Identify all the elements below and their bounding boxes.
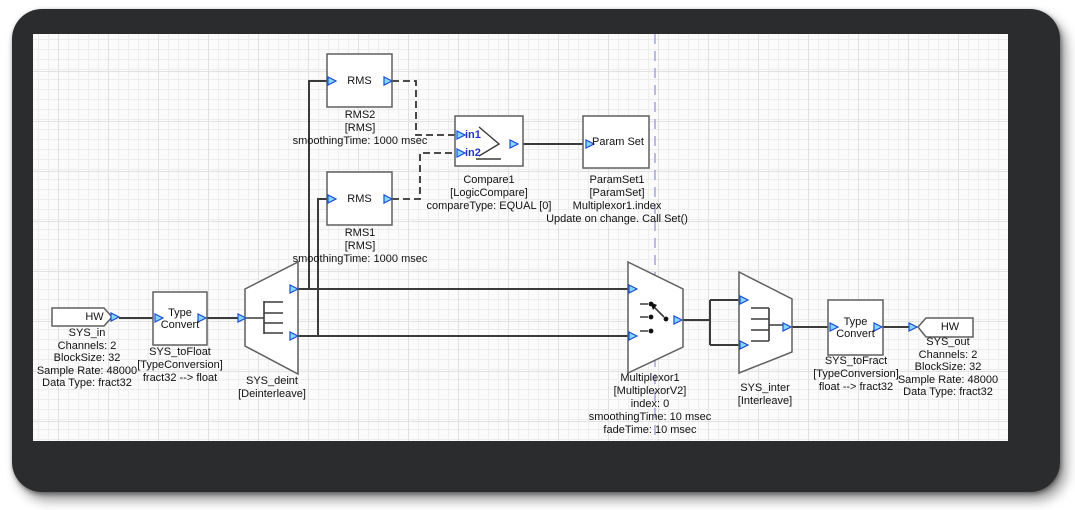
caption-line: [RMS] — [260, 122, 460, 135]
design-canvas[interactable]: HW Type Convert RMS RMS Param Set Type C… — [33, 34, 1008, 441]
caption-line: SYS_deint — [172, 375, 372, 388]
switch-pivot — [664, 317, 669, 322]
caption-line: RMS2 — [260, 109, 460, 122]
caption-line: smoothingTime: 1000 msec — [260, 135, 460, 148]
block-label-rms1: RMS — [327, 172, 392, 225]
caption-line: [Deinterleave] — [172, 388, 372, 401]
caption-sys-out: SYS_out Channels: 2 BlockSize: 32 Sample… — [848, 336, 1048, 399]
block-label-sys-out: HW — [926, 318, 974, 336]
block-label-sys-in: HW — [52, 308, 137, 326]
caption-line: Data Type: fract32 — [848, 386, 1048, 399]
caption-line: RMS1 — [260, 227, 460, 240]
caption-line: Sample Rate: 48000 — [848, 374, 1048, 387]
caption-line: [Interleave] — [665, 395, 865, 408]
caption-line: SYS_in — [0, 327, 187, 340]
caption-line: smoothingTime: 10 msec — [550, 411, 750, 424]
caption-line: fadeTime: 10 msec — [550, 424, 750, 437]
block-label-rms2: RMS — [327, 54, 392, 107]
caption-line: [RMS] — [260, 240, 460, 253]
caption-sys-deint: SYS_deint [Deinterleave] — [172, 375, 372, 401]
caption-line: BlockSize: 32 — [848, 361, 1048, 374]
block-label-paramset1: Param Set — [585, 116, 651, 168]
caption-line: Channels: 2 — [848, 349, 1048, 362]
wire-mux-to-inter[interactable] — [683, 300, 739, 345]
screenshot: HW Type Convert RMS RMS Param Set Type C… — [0, 0, 1075, 510]
caption-line: [ParamSet] — [517, 187, 717, 200]
caption-line: smoothingTime: 1000 msec — [260, 253, 460, 266]
caption-line: ParamSet1 — [517, 174, 717, 187]
caption-line: Multiplexor1.index — [517, 200, 717, 213]
switch-contact-2 — [649, 315, 654, 320]
caption-rms1: RMS1 [RMS] smoothingTime: 1000 msec — [260, 227, 460, 266]
input-port-icon[interactable] — [909, 323, 917, 331]
caption-line: SYS_out — [848, 336, 1048, 349]
switch-contact-3 — [649, 329, 654, 334]
caption-line: SYS_toFloat — [80, 346, 280, 359]
caption-line: [TypeConversion] — [80, 359, 280, 372]
compare-in2-port-label: in2 — [465, 146, 481, 160]
compare-in1-port-label: in1 — [465, 128, 481, 142]
caption-paramset1: ParamSet1 [ParamSet] Multiplexor1.index … — [517, 174, 717, 226]
caption-rms2: RMS2 [RMS] smoothingTime: 1000 msec — [260, 109, 460, 148]
caption-line: Update on change. Call Set() — [517, 213, 717, 226]
